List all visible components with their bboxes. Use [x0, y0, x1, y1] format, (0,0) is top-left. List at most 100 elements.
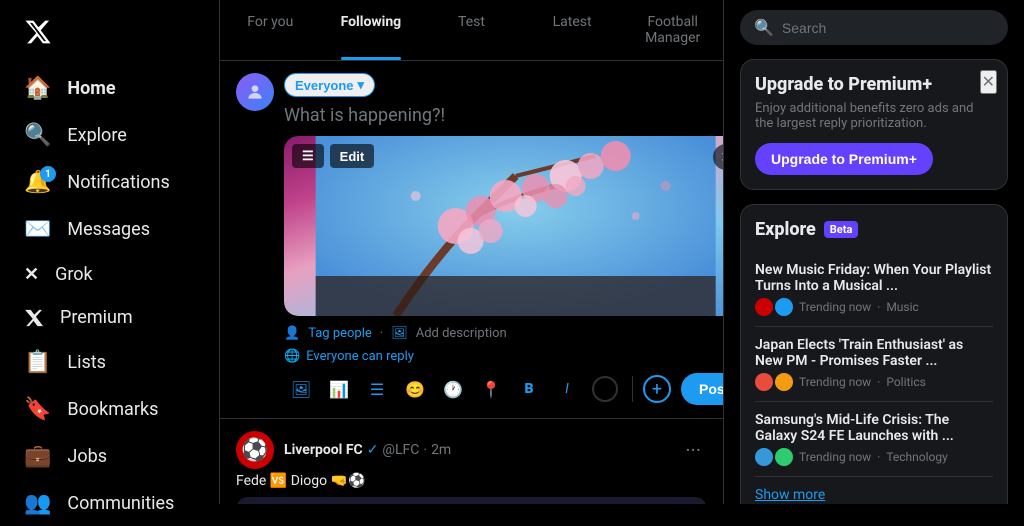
sidebar-item-lists[interactable]: 📋 Lists [12, 340, 207, 385]
globe-icon: 🌐 [284, 349, 300, 364]
image-edit-button[interactable]: Edit [330, 144, 375, 168]
tab-following-label: Following [341, 14, 402, 30]
explore-card: Explore Beta New Music Friday: When Your… [740, 204, 1008, 504]
sidebar-item-messages[interactable]: ✉️ Messages [12, 207, 207, 252]
premium-card-description: Enjoy additional benefits zero ads and t… [755, 101, 993, 131]
tweet-item[interactable]: ⚽ Liverpool FC ✓ @LFC · 2m ··· Fede 🆚 Di… [220, 419, 723, 504]
mail-icon: ✉️ [24, 217, 51, 242]
home-icon: 🏠 [24, 76, 51, 101]
sidebar-label-bookmarks: Bookmarks [67, 399, 158, 420]
right-sidebar: 🔍 ✕ Upgrade to Premium+ Enjoy additional… [724, 0, 1024, 504]
tweet-time: 2m [431, 442, 451, 458]
trend-meta-1: Trending now · Politics [755, 373, 993, 391]
verified-badge-icon: ✓ [367, 442, 379, 458]
tweet-user-info: Liverpool FC ✓ @LFC · 2m [284, 442, 669, 458]
explore-header: Explore Beta [755, 219, 993, 240]
sidebar-label-messages: Messages [67, 219, 150, 240]
everyone-can-reply-label: Everyone can reply [306, 349, 414, 364]
sidebar-item-jobs[interactable]: 💼 Jobs [12, 434, 207, 479]
sidebar-label-home: Home [67, 78, 115, 99]
compose-area: Everyone ▾ What is happening?! [220, 61, 723, 419]
sidebar-item-explore[interactable]: 🔍 Explore [12, 113, 207, 158]
trend-item-2[interactable]: Samsung's Mid-Life Crisis: The Galaxy S2… [755, 402, 993, 477]
person-icon: 👤 [284, 326, 300, 341]
sidebar-item-premium[interactable]: Premium [12, 297, 207, 338]
search-icon: 🔍 [754, 18, 774, 37]
italic-button[interactable]: I [550, 372, 584, 406]
premium-card-title: Upgrade to Premium+ [755, 74, 993, 95]
add-location-button[interactable]: 📍 [474, 372, 508, 406]
premium-upgrade-card: ✕ Upgrade to Premium+ Enjoy additional b… [740, 59, 1008, 190]
sidebar-item-notifications[interactable]: 🔔 Notifications 1 [12, 160, 207, 205]
add-emoji-button[interactable]: 😊 [398, 372, 432, 406]
tweet-text: Fede 🆚 Diogo 🤜⚽ [236, 473, 707, 489]
sidebar-label-jobs: Jobs [67, 446, 107, 467]
tab-for-you[interactable]: For you [220, 0, 321, 60]
trend-dot-1: · [877, 375, 880, 389]
main-feed: For you Following Test Latest Football M… [220, 0, 724, 504]
jobs-icon: 💼 [24, 444, 51, 469]
trend-status-0: Trending now [799, 300, 871, 314]
compose-right: Everyone ▾ What is happening?! [284, 73, 724, 406]
bold-button[interactable]: B [512, 372, 546, 406]
schedule-button[interactable]: 🕐 [436, 372, 470, 406]
show-more-link[interactable]: Show more [755, 487, 993, 503]
explore-icon: 🔍 [24, 123, 51, 148]
add-list-button[interactable]: ☰ [360, 372, 394, 406]
trend-status-2: Trending now [799, 450, 871, 464]
description-icon: 🖼 [391, 326, 408, 341]
search-input[interactable] [782, 20, 994, 36]
sidebar-label-explore: Explore [67, 125, 126, 146]
tweet-handle: @LFC [382, 442, 419, 458]
tweet-dot: · [423, 442, 427, 458]
upgrade-to-premium-button[interactable]: Upgrade to Premium+ [755, 143, 933, 175]
compose-placeholder[interactable]: What is happening?! [284, 105, 724, 126]
trend-title-1: Japan Elects 'Train Enthusiast' as New P… [755, 337, 993, 369]
tabs-bar: For you Following Test Latest Football M… [220, 0, 723, 61]
post-button[interactable]: Post [681, 373, 724, 405]
trend-title-0: New Music Friday: When Your Playlist Tur… [755, 262, 993, 294]
trend-dot-0: · [877, 300, 880, 314]
trend-item-0[interactable]: New Music Friday: When Your Playlist Tur… [755, 252, 993, 327]
toolbar-divider [632, 376, 633, 402]
tweet-header: ⚽ Liverpool FC ✓ @LFC · 2m ··· [236, 431, 707, 469]
trend-category-1: Politics [886, 375, 926, 389]
tab-for-you-label: For you [247, 14, 293, 30]
add-image-button[interactable]: 🖼 [284, 372, 318, 406]
trend-meta-2: Trending now · Technology [755, 448, 993, 466]
tag-people-link[interactable]: Tag people [308, 326, 372, 341]
audience-selector-button[interactable]: Everyone ▾ [284, 73, 375, 97]
premium-close-button[interactable]: ✕ [980, 70, 997, 94]
lists-icon: 📋 [24, 350, 51, 375]
explore-title: Explore [755, 219, 816, 240]
audience-label: Everyone [295, 78, 354, 93]
tab-test[interactable]: Test [421, 0, 522, 60]
trend-category-2: Technology [886, 450, 947, 464]
beta-badge: Beta [824, 221, 859, 238]
tweet-more-button[interactable]: ··· [679, 438, 707, 462]
compose-meta-separator: · [380, 326, 383, 341]
add-post-button[interactable]: + [643, 375, 671, 403]
x-logo[interactable] [12, 8, 207, 60]
sidebar-label-notifications: Notifications [67, 172, 169, 193]
add-description-link[interactable]: Add description [416, 326, 507, 341]
grok-icon: ✕ [24, 264, 39, 285]
tab-latest[interactable]: Latest [522, 0, 623, 60]
image-overlay-bar: ☰ Edit [292, 144, 374, 168]
tab-football-manager[interactable]: Football Manager [622, 0, 723, 60]
tab-football-manager-label: Football Manager [645, 14, 700, 46]
chevron-down-icon: ▾ [358, 77, 365, 93]
image-edit-grid-button[interactable]: ☰ [292, 144, 324, 168]
notification-badge: 1 [40, 166, 56, 182]
tweet-avatar: ⚽ [236, 431, 274, 469]
trend-item-1[interactable]: Japan Elects 'Train Enthusiast' as New P… [755, 327, 993, 402]
everyone-can-reply[interactable]: 🌐 Everyone can reply [284, 349, 724, 364]
tweet-image: LFC. [236, 497, 707, 504]
sidebar-item-grok[interactable]: ✕ Grok [12, 254, 207, 295]
sidebar-item-bookmarks[interactable]: 🔖 Bookmarks [12, 387, 207, 432]
premium-icon [24, 308, 44, 328]
tab-following[interactable]: Following [321, 0, 422, 60]
bookmarks-icon: 🔖 [24, 397, 51, 422]
sidebar-item-home[interactable]: 🏠 Home [12, 66, 207, 111]
add-gif-button[interactable]: 📊 [322, 372, 356, 406]
